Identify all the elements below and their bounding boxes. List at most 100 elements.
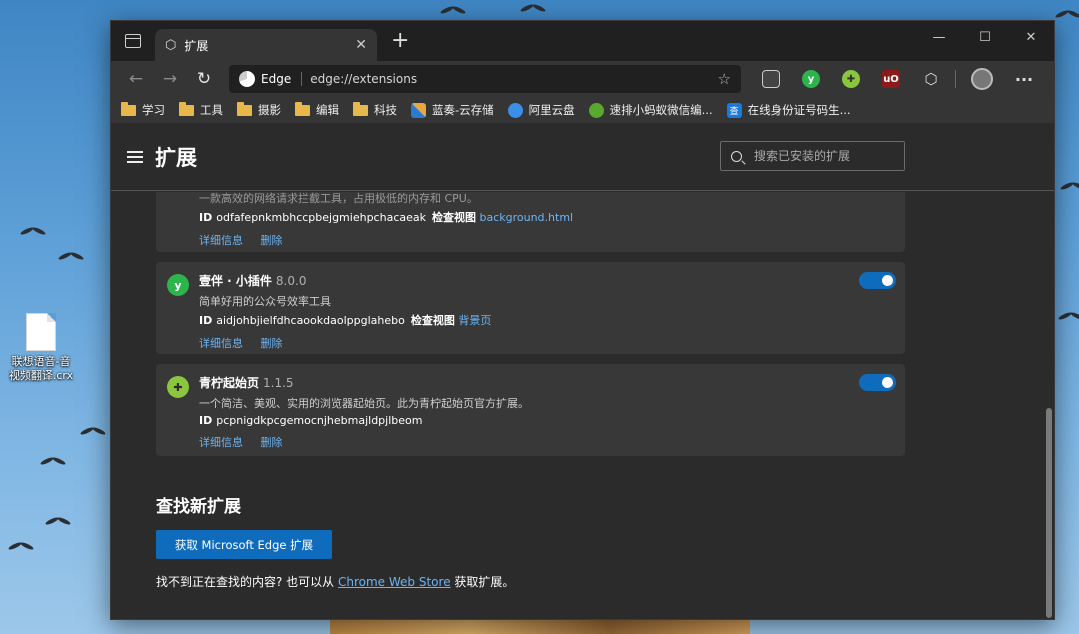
search-icon: [731, 150, 742, 162]
extension-id: pcpnigdkpcgemocnjhebmajldpjlbeom: [216, 414, 423, 427]
remove-link[interactable]: 删除: [261, 234, 283, 247]
bookmark-item[interactable]: 摄影: [237, 101, 281, 118]
cha-icon: 查: [726, 102, 742, 118]
folder-icon: [179, 101, 194, 116]
bookmark-item[interactable]: 工具: [179, 101, 223, 118]
desktop-file-crx[interactable]: 联想语音-音 视频翻译.crx: [6, 313, 76, 383]
maximize-button[interactable]: ☐: [962, 21, 1008, 55]
folder-icon: [295, 101, 310, 116]
extension-id-row: ID pcpnigdkpcgemocnjhebmajldpjlbeom: [199, 414, 893, 427]
extension-icons: y ✚ uO ⬡ ···: [751, 68, 1044, 90]
bookmarks-bar: 学习 工具 摄影 编辑 科技 蓝奏-云存储 阿里云盘 速排小蚂蚁微信编... 查…: [111, 97, 1054, 123]
extension-id: aidjohbjielfdhcaookdaolppglahebo: [216, 314, 405, 327]
extension-description: 一个简洁、美观、实用的浏览器起始页。此为青柠起始页官方扩展。: [199, 397, 529, 410]
folder-icon: [121, 101, 136, 116]
bookmark-item[interactable]: 科技: [353, 101, 397, 118]
bird-decoration: [8, 540, 34, 552]
background-page-link[interactable]: 背景页: [458, 314, 491, 327]
extension-id-row: ID aidjohbjielfdhcaookdaolppglahebo 检查视图 背…: [199, 312, 893, 328]
bird-decoration: [520, 2, 546, 14]
ublock-extension-icon[interactable]: uO: [882, 70, 900, 88]
id-label: ID: [199, 314, 213, 327]
address-bar[interactable]: Edge edge://extensions ☆: [229, 65, 741, 93]
puzzle-icon: ⬡: [165, 37, 177, 53]
find-extensions-title: 查找新扩展: [156, 497, 241, 517]
address-brand: Edge: [261, 72, 292, 86]
id-label: ID: [199, 211, 213, 224]
address-divider: [301, 72, 303, 86]
bird-decoration: [20, 225, 46, 237]
background-page-link[interactable]: background.html: [479, 211, 573, 224]
extension-toggle[interactable]: [859, 272, 896, 289]
extension-description: 一款高效的网络请求拦截工具，占用极低的内存和 CPU。: [199, 192, 478, 205]
bird-decoration: [80, 425, 106, 437]
details-link[interactable]: 详细信息: [199, 436, 243, 449]
tab-title: 扩展: [184, 38, 209, 53]
bookmark-item[interactable]: 学习: [121, 101, 165, 118]
extension-toggle[interactable]: [859, 374, 896, 391]
edge-logo-icon: [239, 71, 255, 87]
address-url[interactable]: edge://extensions: [310, 72, 417, 86]
bookmark-item[interactable]: 查在线身份证号码生...: [726, 102, 851, 118]
browser-window: ⬡ 扩展 ✕ + — ☐ ✕ ← → ↻ Edge edge://extensi…: [110, 20, 1055, 620]
lemon-extension-icon[interactable]: ✚: [842, 70, 860, 88]
window-controls: — ☐ ✕: [916, 21, 1054, 55]
find-extensions-text: 找不到正在查找的内容? 也可以从 Chrome Web Store 获取扩展。: [156, 575, 515, 589]
search-box[interactable]: [720, 141, 905, 171]
card-actions: 详细信息 删除: [199, 434, 893, 450]
minimize-button[interactable]: —: [916, 21, 962, 55]
favorite-star-icon[interactable]: ☆: [718, 70, 731, 88]
lemon-extension-icon: ✚: [167, 376, 189, 398]
details-link[interactable]: 详细信息: [199, 337, 243, 350]
folder-icon: [237, 101, 252, 116]
extension-id-row: ID odfafepnkmbhccpbejgmiehpchacaeak 检查视图 b…: [199, 209, 893, 225]
bird-decoration: [440, 4, 466, 16]
get-edge-extensions-button[interactable]: 获取 Microsoft Edge 扩展: [156, 530, 332, 559]
reader-extension-icon[interactable]: [762, 70, 780, 88]
extension-version: 1.1.5: [263, 376, 294, 390]
bird-decoration: [1058, 310, 1079, 322]
inspect-views-label: 检查视图: [410, 314, 455, 327]
yiban-extension-icon[interactable]: y: [802, 70, 820, 88]
bird-decoration: [58, 250, 84, 262]
hamburger-menu-icon[interactable]: [127, 150, 143, 163]
refresh-button[interactable]: ↻: [187, 69, 221, 89]
extensions-puzzle-icon[interactable]: ⬡: [922, 70, 940, 88]
chrome-web-store-link[interactable]: Chrome Web Store: [338, 575, 451, 589]
bird-decoration: [1055, 8, 1079, 20]
bird-decoration: [40, 455, 66, 467]
forward-button[interactable]: →: [153, 69, 187, 89]
more-menu-icon[interactable]: ···: [1015, 70, 1033, 89]
bookmark-item[interactable]: 编辑: [295, 101, 339, 118]
scrollbar[interactable]: [1046, 408, 1052, 618]
extension-card: y 壹伴 · 小插件 8.0.0 简单好用的公众号效率工具 ID aidjohbji…: [156, 262, 905, 354]
extension-id: odfafepnkmbhccpbejgmiehpchacaeak: [216, 211, 426, 224]
bookmark-item[interactable]: 蓝奏-云存储: [411, 102, 494, 118]
tab-extensions[interactable]: ⬡ 扩展 ✕: [155, 29, 377, 61]
bookmark-item[interactable]: 速排小蚂蚁微信编...: [588, 102, 713, 118]
page-header: 扩展: [111, 123, 1054, 191]
card-actions: 详细信息 删除: [199, 232, 893, 248]
search-input[interactable]: [754, 149, 894, 163]
extensions-list: 一款高效的网络请求拦截工具，占用极低的内存和 CPU。 ID odfafepnkm…: [111, 192, 1054, 619]
folder-icon: [353, 101, 368, 116]
close-window-button[interactable]: ✕: [1008, 21, 1054, 55]
tab-actions-icon[interactable]: [125, 34, 141, 48]
card-actions: 详细信息 删除: [199, 335, 893, 351]
profile-avatar[interactable]: [971, 68, 993, 90]
new-tab-button[interactable]: +: [391, 30, 409, 52]
toolbar-divider: [955, 70, 956, 88]
ground-decoration: [330, 618, 750, 634]
details-link[interactable]: 详细信息: [199, 234, 243, 247]
remove-link[interactable]: 删除: [261, 436, 283, 449]
ant-icon: [588, 102, 604, 118]
bookmark-item[interactable]: 阿里云盘: [507, 102, 575, 118]
remove-link[interactable]: 删除: [261, 337, 283, 350]
back-button[interactable]: ←: [119, 69, 153, 89]
close-tab-icon[interactable]: ✕: [355, 37, 367, 53]
cloud-icon: [507, 102, 523, 118]
desktop-file-label: 联想语音-音 视频翻译.crx: [8, 355, 74, 382]
extension-card: 一款高效的网络请求拦截工具，占用极低的内存和 CPU。 ID odfafepnkm…: [156, 192, 905, 252]
extension-name: 壹伴 · 小插件 8.0.0: [199, 274, 307, 288]
extension-name: 青柠起始页 1.1.5: [199, 376, 294, 390]
